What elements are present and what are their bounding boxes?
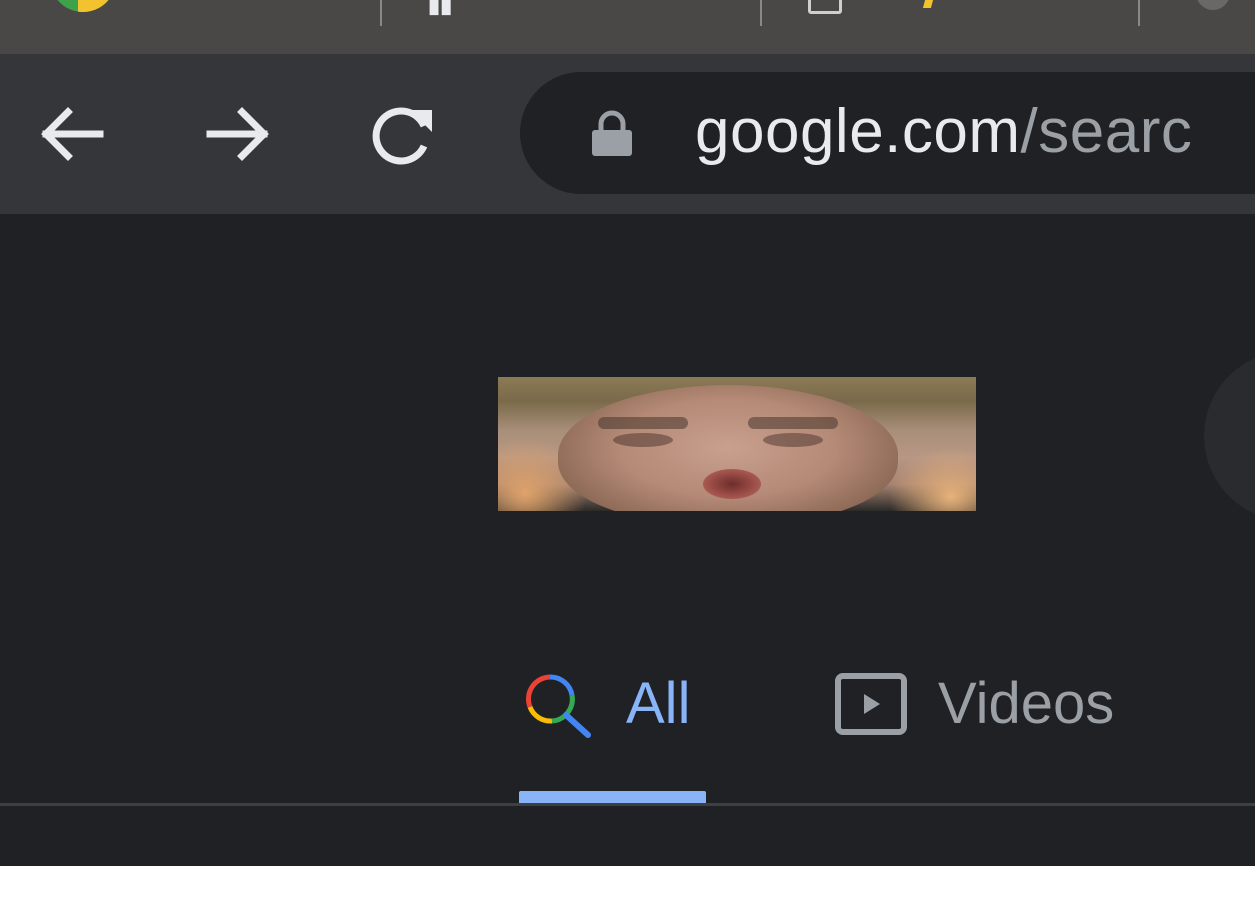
tab-title-fragment xyxy=(922,0,934,8)
url-path: /searc xyxy=(1020,97,1193,166)
tab-all[interactable]: All xyxy=(520,654,690,754)
tab-videos[interactable]: Videos xyxy=(834,654,1114,754)
reload-button[interactable] xyxy=(362,94,442,174)
forward-button[interactable] xyxy=(198,94,278,174)
url-host: google.com xyxy=(695,97,1021,166)
tab-favicon-icon[interactable] xyxy=(1196,0,1230,10)
browser-toolbar: google.com/searc xyxy=(0,54,1255,214)
tab-videos-label: Videos xyxy=(938,671,1115,736)
url-text[interactable]: google.com/searc xyxy=(695,92,1192,172)
account-avatar[interactable] xyxy=(1204,351,1255,521)
active-tab-indicator xyxy=(519,791,706,803)
address-bar[interactable]: google.com/searc xyxy=(520,72,1255,194)
tab-separator xyxy=(760,0,762,26)
lock-icon[interactable] xyxy=(590,110,634,163)
chrome-favicon-icon[interactable] xyxy=(50,0,116,12)
browser-window: ▮▮ google.com/searc All Videos xyxy=(0,0,1255,866)
tab-favicon-icon[interactable]: ▮▮ xyxy=(428,0,452,16)
video-play-icon xyxy=(835,673,907,735)
arrow-left-icon xyxy=(41,107,104,161)
tab-all-label: All xyxy=(626,671,691,736)
search-results-page: All Videos xyxy=(0,214,1255,866)
tab-strip: ▮▮ xyxy=(0,0,1255,54)
tab-separator xyxy=(380,0,382,26)
google-doodle-image[interactable] xyxy=(498,377,976,511)
tab-separator xyxy=(1138,0,1140,26)
reload-icon xyxy=(372,107,432,165)
google-search-icon xyxy=(526,674,591,738)
tab-page-icon[interactable] xyxy=(808,0,842,14)
back-button[interactable] xyxy=(32,94,112,174)
tabs-divider xyxy=(0,803,1255,806)
arrow-right-icon xyxy=(206,107,269,161)
